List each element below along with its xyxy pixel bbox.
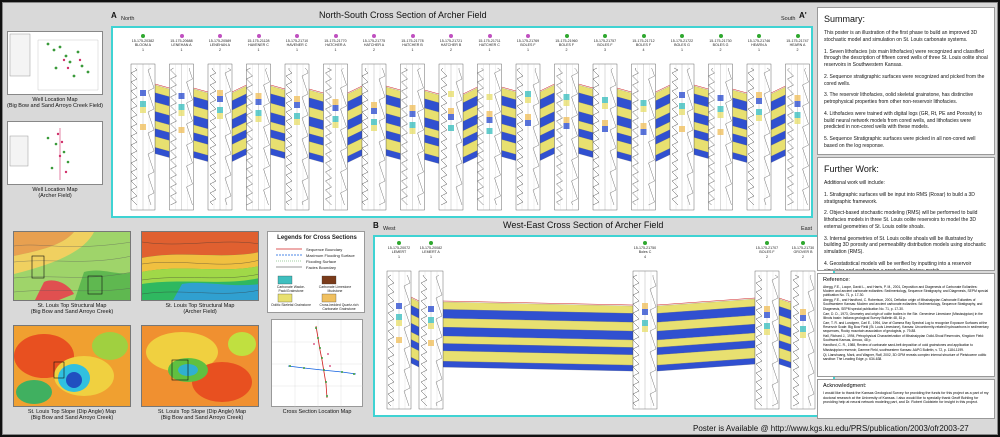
we-section-title: West-East Cross Section of Archer Field	[503, 220, 664, 230]
ns-well-log-track	[554, 63, 579, 211]
ns-well-log-track	[323, 63, 348, 211]
ns-section-title: North-South Cross Section of Archer Fiel…	[319, 10, 487, 20]
legend-swatch-label-1: Carbonate Wacke-Pack/Grainstone	[276, 285, 306, 293]
ns-well-log-track	[477, 63, 502, 211]
poster: Well Location Map (Big Bow and Sand Arro…	[2, 2, 998, 435]
ns-well-log-track	[746, 63, 772, 211]
further-work-point-3: 3. Internal geometries of St. Louis ooli…	[824, 235, 987, 256]
cross-section-location-drawing	[272, 320, 364, 408]
ns-well-log-track	[785, 63, 810, 211]
ns-well-log-track	[515, 63, 541, 211]
reference-item-6: Handford, C. R., 1988, Review of carbona…	[823, 343, 973, 352]
acknowledgment-title: Acknowledgment:	[823, 383, 867, 389]
cross-section-location-map	[271, 319, 364, 408]
reference-item-3: Carr, D. D., 1973, Geometry and origin o…	[823, 311, 983, 320]
we-well-log-track	[418, 270, 444, 410]
slope-map-big-bow-2	[141, 325, 259, 407]
reference-item-1: Abegg, F.E., Loope, David L., and Harris…	[823, 285, 989, 298]
we-marker-b: B	[373, 221, 379, 230]
reference-item-2: Abegg, F.E., and Handford, C. Robertson,…	[823, 298, 983, 311]
summary-intro: This poster is an illustration of the fi…	[824, 30, 978, 43]
further-work-point-2: 2. Object-based stochastic modeling (RMS…	[824, 210, 978, 230]
we-well-log-track	[632, 270, 658, 410]
legend-line-label-4: Facies Boundary	[306, 265, 337, 270]
summary-point-4: 4. Lithofacies were trained with digital…	[824, 110, 982, 131]
legend-swatch-label-2: Carbonate Limestone Mudstone	[318, 285, 352, 293]
we-well-log-track	[386, 270, 412, 410]
slope-map-big-bow-2-caption: St. Louis Top Slope (Dip Angle) Map (Big…	[157, 409, 247, 422]
ns-dir-north: North	[121, 16, 135, 22]
further-work-point-1: 1. Stratigraphic surfaces will be input …	[824, 191, 975, 205]
we-section-drawing	[386, 270, 816, 410]
we-dir-east: East	[801, 226, 813, 232]
reference-title: Reference:	[823, 277, 850, 283]
well-location-map-2-drawing	[9, 128, 70, 180]
we-cross-section: 15-175-20072 LEMERT 1 15-175-20082 LEMERT A1…	[373, 235, 835, 417]
we-well-log-track	[790, 270, 816, 410]
slope-map-big-bow-1-caption: St. Louis Top Slope (Dip Angle) Map (Big…	[27, 409, 117, 422]
structural-map-big-bow-caption: St. Louis Top Structural Map (Big Bow an…	[30, 303, 114, 316]
acknowledgment-text: I would like to thank the Kansas Geologi…	[823, 391, 989, 405]
ns-well-log-track	[207, 63, 233, 211]
ns-section-drawing	[130, 63, 810, 211]
ns-well-log-track	[361, 63, 387, 211]
summary-title: Summary:	[824, 14, 866, 24]
legend-line-label-3: Flooding Surface	[306, 259, 337, 264]
legend-swatch-label-4: Cross-bedded Quartz-rich Carbonate Grain…	[319, 303, 359, 311]
cross-section-location-caption: Cross Section Location Map	[282, 409, 352, 415]
further-work-box: Further Work: Additional work will inclu…	[817, 157, 995, 271]
ns-well-log-track	[169, 63, 194, 211]
legend-panel: Legends for Cross Sections Sequence Boun…	[267, 231, 365, 313]
well-location-map-2	[7, 121, 103, 185]
summary-point-2: 2. Sequence stratigraphic surfaces were …	[824, 73, 985, 87]
summary-box: Summary: This poster is an illustration …	[817, 7, 995, 155]
we-well-log-track	[754, 270, 780, 410]
ns-dir-south: South	[781, 16, 796, 22]
ns-well-log-track	[284, 63, 310, 211]
ns-well-log-track	[130, 63, 156, 211]
reference-box: Reference: Abegg, F.E., Loope, David L.,…	[817, 273, 995, 377]
ns-well-log-track	[708, 63, 733, 211]
reference-item-7: Qi, Lianshuang, Mark, and Wagner, Ralf, …	[823, 352, 987, 361]
ns-well-log-track	[592, 63, 618, 211]
structural-map-archer	[141, 231, 259, 301]
ns-marker-a-prime: A'	[799, 11, 807, 20]
structural-map-big-bow	[13, 231, 131, 301]
legend-swatch-label-3: Oolitic Skeletal Grainstone	[271, 303, 311, 307]
slope-map-big-bow-1-drawing	[14, 326, 130, 406]
structural-map-big-bow-drawing	[14, 232, 130, 300]
summary-point-3: 3. The reservoir lithofacies, oolid skel…	[824, 92, 974, 105]
structural-map-archer-caption: St. Louis Top Structural Map (Archer Fie…	[165, 303, 235, 316]
summary-point-1: 1. Seven lithofacies (six main lithofaci…	[824, 48, 988, 69]
ns-well-log-track	[246, 63, 271, 211]
we-dir-west: West	[383, 226, 396, 232]
ns-well-log-track	[669, 63, 695, 211]
ns-well-log-track	[438, 63, 464, 211]
slope-map-big-bow-1	[13, 325, 131, 407]
well-location-map-1-caption: Well Location Map (Big Bow and Sand Arro…	[7, 97, 103, 110]
ns-cross-section: 15-175-20382 BLOOM A 1 15-175-20688 LENEHAN …	[111, 26, 813, 218]
well-location-map-1-drawing	[9, 33, 99, 91]
poster-url-footer[interactable]: Poster is Available @ http://www.kgs.ku.…	[693, 424, 969, 433]
ns-well-log-track	[631, 63, 656, 211]
ns-well-log-track	[400, 63, 425, 211]
slope-map-big-bow-2-drawing	[142, 326, 258, 406]
further-work-title: Further Work:	[824, 164, 879, 174]
legend-line-label-2: Maximum Flooding Surface	[306, 253, 355, 258]
legend-drawing	[276, 248, 337, 303]
further-work-point-4: 4. Geostatistical models will be verifie…	[824, 260, 972, 271]
summary-point-5: 5. Sequence Stratigraphic surfaces were …	[824, 136, 976, 149]
legend-line-label-1: Sequence Boundary	[306, 247, 343, 252]
reference-item-5: Hall, Richard J., 1994, Petrophysical Ch…	[823, 334, 984, 343]
structural-map-archer-drawing	[142, 232, 258, 300]
further-work-intro: Additional work will include:	[824, 180, 885, 186]
well-location-map-1	[7, 31, 103, 95]
acknowledgment-box: Acknowledgment: I would like to thank th…	[817, 379, 995, 419]
well-location-map-2-caption: Well Location Map (Archer Field)	[32, 187, 78, 200]
reference-item-4: Carr, T. R. and Lundgren, Carl E., 1994,…	[823, 320, 989, 334]
ns-marker-a: A	[111, 11, 117, 20]
